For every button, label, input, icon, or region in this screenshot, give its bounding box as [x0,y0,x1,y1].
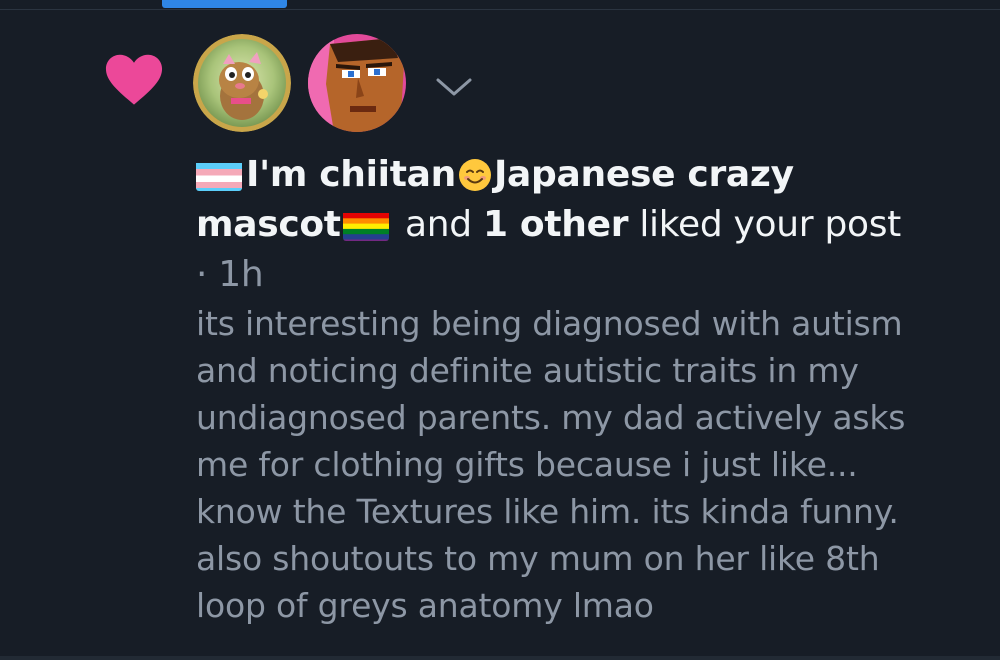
rainbow-flag-icon [342,209,389,241]
actor-name-part2: Japanese crazy [493,154,794,195]
post-line: know the Textures like him. its kinda fu… [196,492,899,531]
timestamp: · 1h [196,254,264,295]
post-line: and noticing definite autistic traits in… [196,351,859,390]
transgender-flag-icon [196,159,242,191]
avatar-second-user[interactable] [308,34,406,132]
avatar-chiitan[interactable] [193,34,291,132]
chevron-down-icon[interactable] [432,72,476,102]
mascot-avatar-image [193,34,291,132]
post-preview-text[interactable]: its interesting being diagnosed with aut… [196,300,966,629]
bottom-divider [0,656,1000,660]
post-line: its interesting being diagnosed with aut… [196,304,903,343]
notification-headline: I'm chiitan Japanese crazy mascot and 1 o… [196,150,956,300]
and-text: and [404,204,472,245]
others-count-link[interactable]: 1 other [483,204,629,245]
post-line: me for clothing gifts because i just lik… [196,445,858,484]
top-divider [0,9,1000,10]
action-text: liked your post [639,204,901,245]
post-line: loop of greys anatomy lmao [196,586,654,625]
smiling-face-emoji-icon [458,156,492,191]
actor-name-part3: mascot [196,204,341,245]
post-line: also shoutouts to my mum on her like 8th [196,539,880,578]
heart-icon [105,54,163,105]
actor-name-part1: I'm chiitan [246,154,456,195]
post-line: undiagnosed parents. my dad actively ask… [196,398,906,437]
fighter-avatar-image [308,34,406,132]
active-tab-indicator [162,0,287,8]
